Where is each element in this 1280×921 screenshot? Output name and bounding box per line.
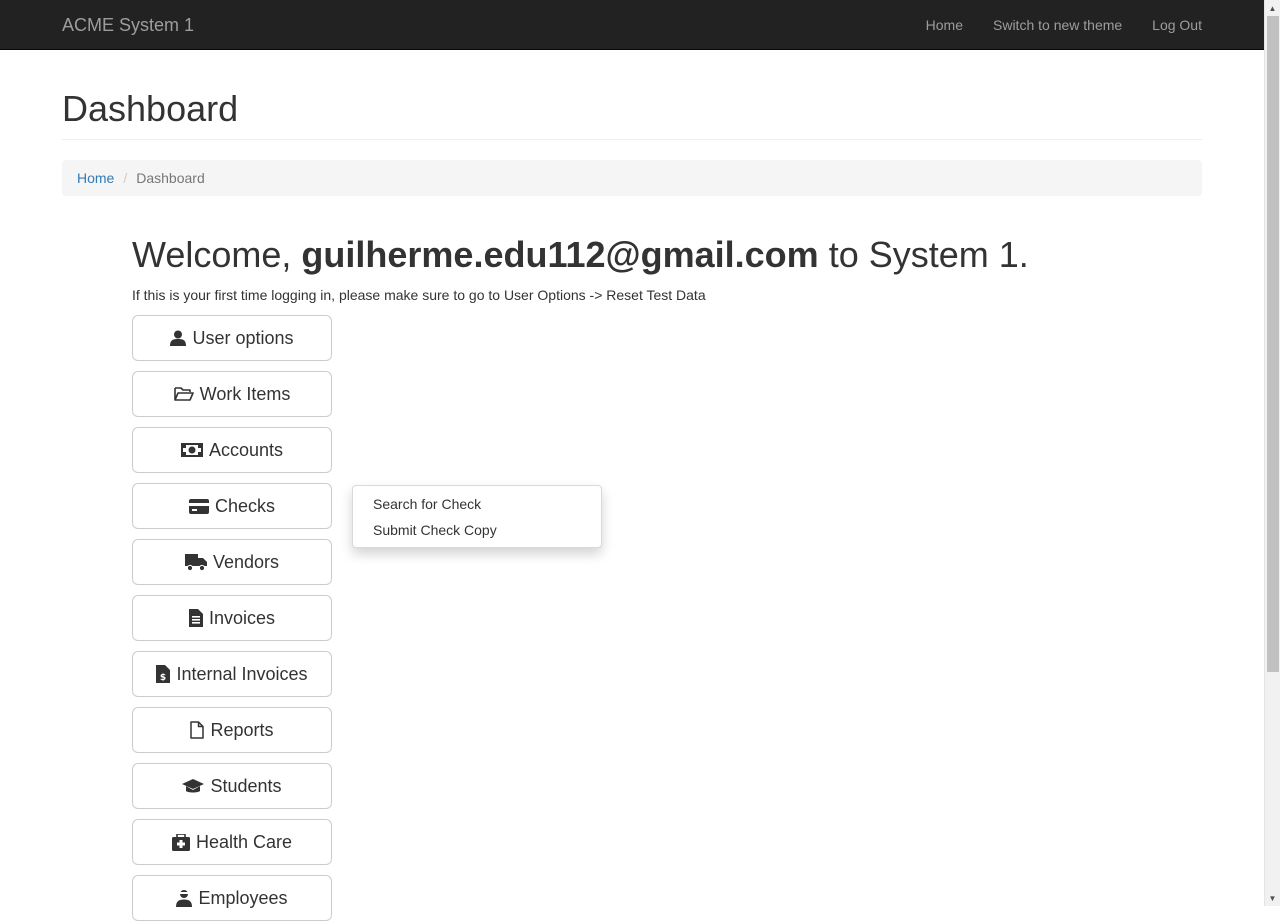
invoices-button[interactable]: Invoices [132,595,332,641]
internal-invoices-button[interactable]: $ Internal Invoices [132,651,332,697]
medkit-icon [171,833,190,851]
user-options-label: User options [192,327,294,348]
breadcrumb-current: Dashboard [136,170,205,186]
navbar-links: Home Switch to new theme Log Out [911,0,1202,50]
first-login-note: If this is your first time logging in, p… [132,287,706,303]
nav-home-link[interactable]: Home [911,0,978,50]
work-items-label: Work Items [199,383,291,404]
user-options-button[interactable]: User options [132,315,332,361]
checks-dropdown-menu: Search for Check Submit Check Copy [352,485,602,548]
folder-open-icon [173,387,194,401]
accounts-button[interactable]: Accounts [132,427,332,473]
user-tie-icon [176,890,193,907]
top-navbar: ACME System 1 Home Switch to new theme L… [0,0,1264,50]
file-icon [190,721,205,739]
vendors-label: Vendors [212,551,280,572]
students-label: Students [210,775,282,796]
file-invoice-dollar-icon: $ [156,665,171,683]
file-text-icon [188,609,203,627]
money-icon [180,443,203,457]
welcome-heading: Welcome, guilherme.edu112@gmail.com to S… [132,233,1029,277]
students-button[interactable]: Students [132,763,332,809]
internal-invoices-label: Internal Invoices [176,663,308,684]
work-items-button[interactable]: Work Items [132,371,332,417]
nav-logout-link[interactable]: Log Out [1137,0,1202,50]
breadcrumb: Home / Dashboard [62,160,1202,196]
employees-label: Employees [198,887,288,908]
truck-icon [184,553,207,571]
credit-card-icon [188,498,209,514]
page-title: Dashboard [62,88,239,129]
page-scrollbar[interactable]: ▲ ▼ [1264,0,1280,906]
user-icon [170,330,187,346]
search-for-check-item[interactable]: Search for Check [353,491,601,517]
welcome-suffix: to System 1. [828,234,1029,275]
breadcrumb-separator: / [123,170,128,186]
graduation-cap-icon [182,778,205,792]
welcome-user-email: guilherme.edu112@gmail.com [301,234,819,275]
invoices-label: Invoices [208,607,276,628]
reports-button[interactable]: Reports [132,707,332,753]
brand-link[interactable]: ACME System 1 [62,14,194,36]
vendors-button[interactable]: Vendors [132,539,332,585]
scroll-down-arrow-icon[interactable]: ▼ [1265,890,1280,906]
welcome-prefix: Welcome, [132,234,292,275]
employees-button[interactable]: Employees [132,875,332,921]
breadcrumb-home-link[interactable]: Home [77,170,114,186]
health-care-button[interactable]: Health Care [132,819,332,865]
svg-text:$: $ [160,673,166,683]
health-care-label: Health Care [195,831,293,852]
submit-check-copy-item[interactable]: Submit Check Copy [353,517,601,543]
checks-button[interactable]: Checks [132,483,332,529]
header-divider [62,139,1202,140]
reports-label: Reports [210,719,274,740]
nav-switch-theme-link[interactable]: Switch to new theme [978,0,1137,50]
scroll-up-arrow-icon[interactable]: ▲ [1265,0,1280,16]
scroll-thumb[interactable] [1267,16,1279,672]
accounts-label: Accounts [208,439,284,460]
checks-label: Checks [214,495,276,516]
